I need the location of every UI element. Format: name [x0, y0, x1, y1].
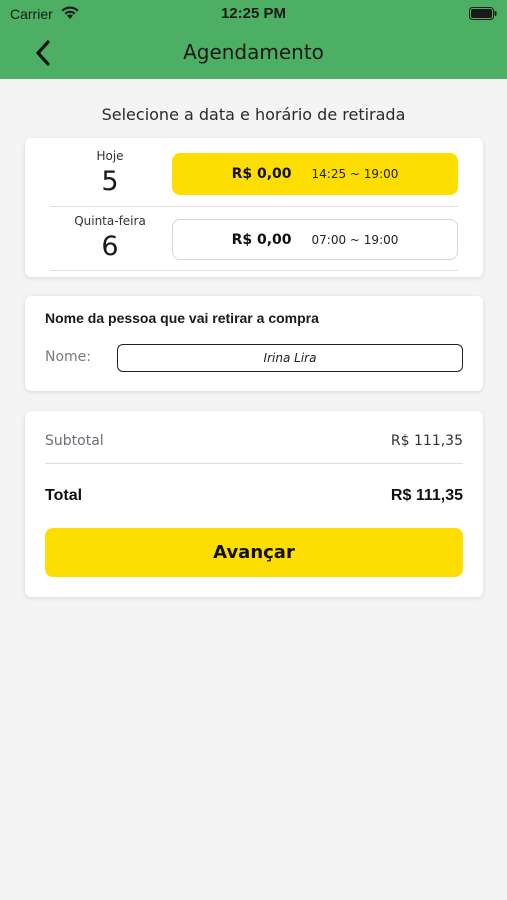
schedule-heading: Selecione a data e horário de retirada: [101, 105, 406, 124]
time-slot-button[interactable]: R$ 0,00 07:00 ~ 19:00: [172, 219, 458, 260]
slot-price: R$ 0,00: [231, 166, 292, 182]
slot-time-range: 07:00 ~ 19:00: [311, 232, 399, 247]
schedule-card: Hoje 5 R$ 0,00 14:25 ~ 19:00 Quinta-feir…: [25, 138, 483, 277]
status-bar: Carrier 12:25 PM: [0, 0, 507, 28]
subtotal-label: Subtotal: [45, 433, 104, 449]
slot-price: R$ 0,00: [231, 231, 292, 248]
pickup-person-card: Nome da pessoa que vai retirar a compra …: [25, 296, 483, 391]
top-bar: Carrier 12:25 PM Agendamento: [0, 0, 507, 79]
summary-card: Subtotal R$ 111,35 Total R$ 111,35 Avanç…: [25, 411, 483, 597]
divider: [45, 463, 463, 464]
total-value: R$ 111,35: [390, 487, 463, 504]
status-time: 12:25 PM: [220, 5, 287, 22]
date-row-today[interactable]: Hoje 5 R$ 0,00 14:25 ~ 19:00: [25, 138, 483, 204]
slot-time-range: 14:25 ~ 19:00: [311, 167, 399, 181]
divider: [50, 270, 458, 271]
day-number: 5: [101, 166, 119, 197]
subtotal-value: R$ 111,35: [390, 433, 463, 449]
date-row-thursday[interactable]: Quinta-feira 6 R$ 0,00 07:00 ~ 19:00: [25, 204, 483, 270]
page-title: Agendamento: [183, 40, 324, 64]
total-label: Total: [45, 487, 83, 504]
day-label: Quinta-feira: [74, 214, 146, 228]
time-slot-button[interactable]: R$ 0,00 14:25 ~ 19:00: [172, 153, 458, 195]
pickup-person-heading: Nome da pessoa que vai retirar a compra: [45, 310, 319, 326]
navigation-bar: Agendamento: [0, 28, 507, 79]
next-button[interactable]: Avançar: [45, 528, 463, 577]
name-label: Nome:: [45, 349, 92, 365]
day-number: 6: [101, 231, 119, 262]
name-input[interactable]: [117, 344, 463, 372]
battery-icon: [469, 7, 497, 20]
day-label: Hoje: [96, 149, 124, 163]
